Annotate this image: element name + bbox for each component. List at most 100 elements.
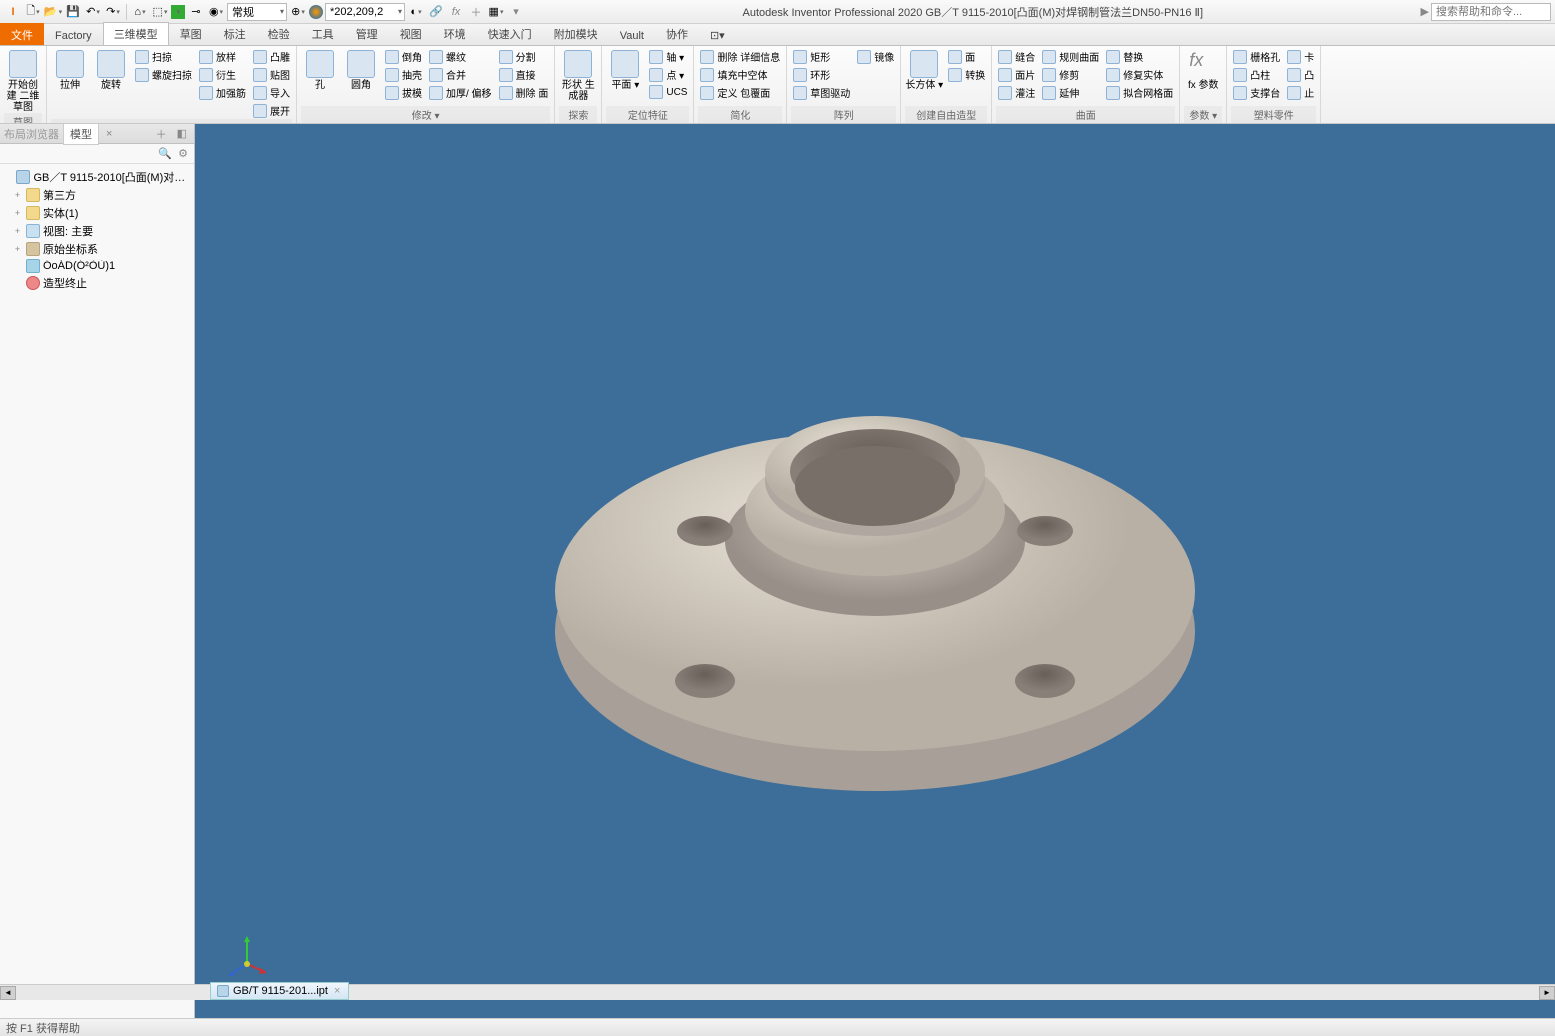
search-icon[interactable]: 🔍 — [158, 147, 172, 160]
ribbon-big-button[interactable]: 拉伸 — [51, 48, 89, 91]
ribbon-small-button[interactable]: 环形 — [791, 66, 852, 83]
ribbon-small-button[interactable]: UCS — [647, 84, 689, 100]
ribbon-small-button[interactable]: 定义 包覆面 — [698, 84, 782, 101]
save-icon[interactable]: 💾 — [64, 3, 82, 21]
tab-environment[interactable]: 环境 — [433, 22, 477, 45]
ribbon-small-button[interactable]: 分割 — [497, 48, 551, 65]
ribbon-big-button[interactable]: 圆角 — [342, 48, 380, 91]
tab-3dmodel[interactable]: 三维模型 — [103, 22, 169, 45]
close-icon[interactable]: × — [332, 985, 342, 997]
tab-sketch[interactable]: 草图 — [169, 22, 213, 45]
ribbon-small-button[interactable]: 草图驱动 — [791, 84, 852, 101]
inventor-logo-icon[interactable]: I — [4, 3, 22, 21]
globe-icon[interactable] — [309, 5, 323, 19]
tree-node[interactable]: +第三方 — [2, 186, 192, 204]
ribbon-small-button[interactable]: 直接 — [497, 66, 551, 83]
ribbon-big-button[interactable]: 旋转 — [92, 48, 130, 91]
undo-icon[interactable]: ↶ — [84, 3, 102, 21]
ribbon-small-button[interactable]: 螺旋扫掠 — [133, 66, 194, 83]
gear-icon[interactable]: ⚙ — [178, 147, 188, 160]
ribbon-small-button[interactable]: 凸柱 — [1231, 66, 1282, 83]
tab-extra-icon[interactable]: ⊡▾ — [699, 25, 736, 45]
ribbon-small-button[interactable]: 拟合网格面 — [1104, 84, 1175, 101]
tree-node[interactable]: +原始坐标系 — [2, 240, 192, 258]
open-icon[interactable]: 📂 — [44, 3, 62, 21]
ribbon-small-button[interactable]: 倒角 — [383, 48, 424, 65]
measure-icon[interactable]: ⊸ — [187, 3, 205, 21]
ribbon-small-button[interactable]: 点 ▾ — [647, 66, 689, 83]
style-combo[interactable]: 常规 — [227, 3, 287, 21]
ribbon-small-button[interactable]: 转换 — [946, 66, 987, 83]
ribbon-big-button[interactable]: 长方体 ▾ — [905, 48, 943, 91]
tab-inspect[interactable]: 检验 — [257, 22, 301, 45]
toolbox-icon[interactable]: ▦ — [487, 3, 505, 21]
expand-icon[interactable]: + — [12, 190, 23, 200]
ribbon-small-button[interactable]: 拔模 — [383, 84, 424, 101]
ribbon-small-button[interactable]: 填充中空体 — [698, 66, 782, 83]
tab-getstarted[interactable]: 快速入门 — [477, 22, 543, 45]
browser-close-icon[interactable]: × — [103, 128, 115, 140]
ribbon-small-button[interactable]: 灌注 — [996, 84, 1037, 101]
redo-icon[interactable]: ↷ — [104, 3, 122, 21]
ribbon-small-button[interactable]: 轴 ▾ — [647, 48, 689, 65]
ribbon-small-button[interactable]: 面 — [946, 48, 987, 65]
ribbon-small-button[interactable]: 删除 面 — [497, 84, 551, 101]
ribbon-small-button[interactable]: 面片 — [996, 66, 1037, 83]
ribbon-small-button[interactable]: 加厚/ 偏移 — [427, 84, 494, 101]
scroll-left-icon[interactable]: ◄ — [0, 986, 16, 1000]
assembly-icon[interactable]: ⬚ — [151, 3, 169, 21]
ribbon-small-button[interactable]: 合并 — [427, 66, 494, 83]
appearance2-icon[interactable]: ◐ — [407, 3, 425, 21]
ribbon-small-button[interactable]: 修复实体 — [1104, 66, 1175, 83]
ribbon-small-button[interactable]: 删除 详细信息 — [698, 48, 782, 65]
appearance-icon[interactable]: ⊕ — [289, 3, 307, 21]
search-input[interactable] — [1431, 3, 1551, 21]
tab-manage[interactable]: 管理 — [345, 22, 389, 45]
expand-icon[interactable]: + — [12, 226, 23, 236]
color-icon[interactable] — [171, 5, 185, 19]
ribbon-small-button[interactable]: 扫掠 — [133, 48, 194, 65]
ribbon-small-button[interactable]: 缝合 — [996, 48, 1037, 65]
tree-node[interactable]: +视图: 主要 — [2, 222, 192, 240]
tab-collab[interactable]: 协作 — [655, 22, 699, 45]
browser-tab-model[interactable]: 模型 — [63, 124, 99, 145]
tab-vault[interactable]: Vault — [609, 26, 655, 45]
material-icon[interactable]: ◉ — [207, 3, 225, 21]
expand-icon[interactable]: + — [12, 208, 23, 218]
tree-node[interactable]: 造型终止 — [2, 274, 192, 292]
ribbon-big-button[interactable]: 孔 — [301, 48, 339, 91]
ribbon-small-button[interactable]: 卡 — [1285, 48, 1316, 65]
ribbon-big-button[interactable]: 形状 生成器 — [559, 48, 597, 102]
home-icon[interactable]: ⌂ — [131, 3, 149, 21]
ribbon-big-button[interactable]: 平面 ▾ — [606, 48, 644, 91]
tab-factory[interactable]: Factory — [44, 26, 103, 45]
ribbon-small-button[interactable]: 放样 — [197, 48, 248, 65]
tab-file[interactable]: 文件 — [0, 23, 44, 45]
ribbon-small-button[interactable]: 展开 — [251, 102, 292, 119]
ribbon-small-button[interactable]: 栅格孔 — [1231, 48, 1282, 65]
ribbon-small-button[interactable]: 替换 — [1104, 48, 1175, 65]
new-icon[interactable]: 🗋 — [24, 3, 42, 21]
ribbon-small-button[interactable]: 延伸 — [1040, 84, 1101, 101]
3d-viewport[interactable] — [195, 124, 1555, 1018]
ribbon-small-button[interactable]: 矩形 — [791, 48, 852, 65]
tab-annotate[interactable]: 标注 — [213, 22, 257, 45]
ribbon-small-button[interactable]: 加强筋 — [197, 84, 248, 101]
expand-icon[interactable]: + — [12, 244, 23, 254]
qat-dropdown-icon[interactable]: ▾ — [507, 3, 525, 21]
doctab-active[interactable]: GB/T 9115-201...ipt × — [210, 982, 349, 1000]
tree-node[interactable]: +实体(1) — [2, 204, 192, 222]
browser-add-icon[interactable]: ＋ — [153, 126, 170, 142]
ribbon-small-button[interactable]: 贴图 — [251, 66, 292, 83]
plus-icon[interactable]: ＋ — [467, 3, 485, 21]
ribbon-small-button[interactable]: 凸雕 — [251, 48, 292, 65]
ribbon-big-button[interactable]: fxfx 参数 — [1184, 48, 1222, 91]
fx-icon[interactable]: fx — [447, 3, 465, 21]
ribbon-small-button[interactable]: 衍生 — [197, 66, 248, 83]
doc-combo[interactable]: *202,209,2 — [325, 3, 405, 21]
ribbon-big-button[interactable]: 开始创建 二维草图 — [4, 48, 42, 113]
ribbon-small-button[interactable]: 抽壳 — [383, 66, 424, 83]
scroll-right-icon[interactable]: ► — [1539, 986, 1555, 1000]
tree-root[interactable]: GB／T 9115-2010[凸面(M)对焊钢制管 — [2, 168, 192, 186]
ribbon-small-button[interactable]: 凸 — [1285, 66, 1316, 83]
